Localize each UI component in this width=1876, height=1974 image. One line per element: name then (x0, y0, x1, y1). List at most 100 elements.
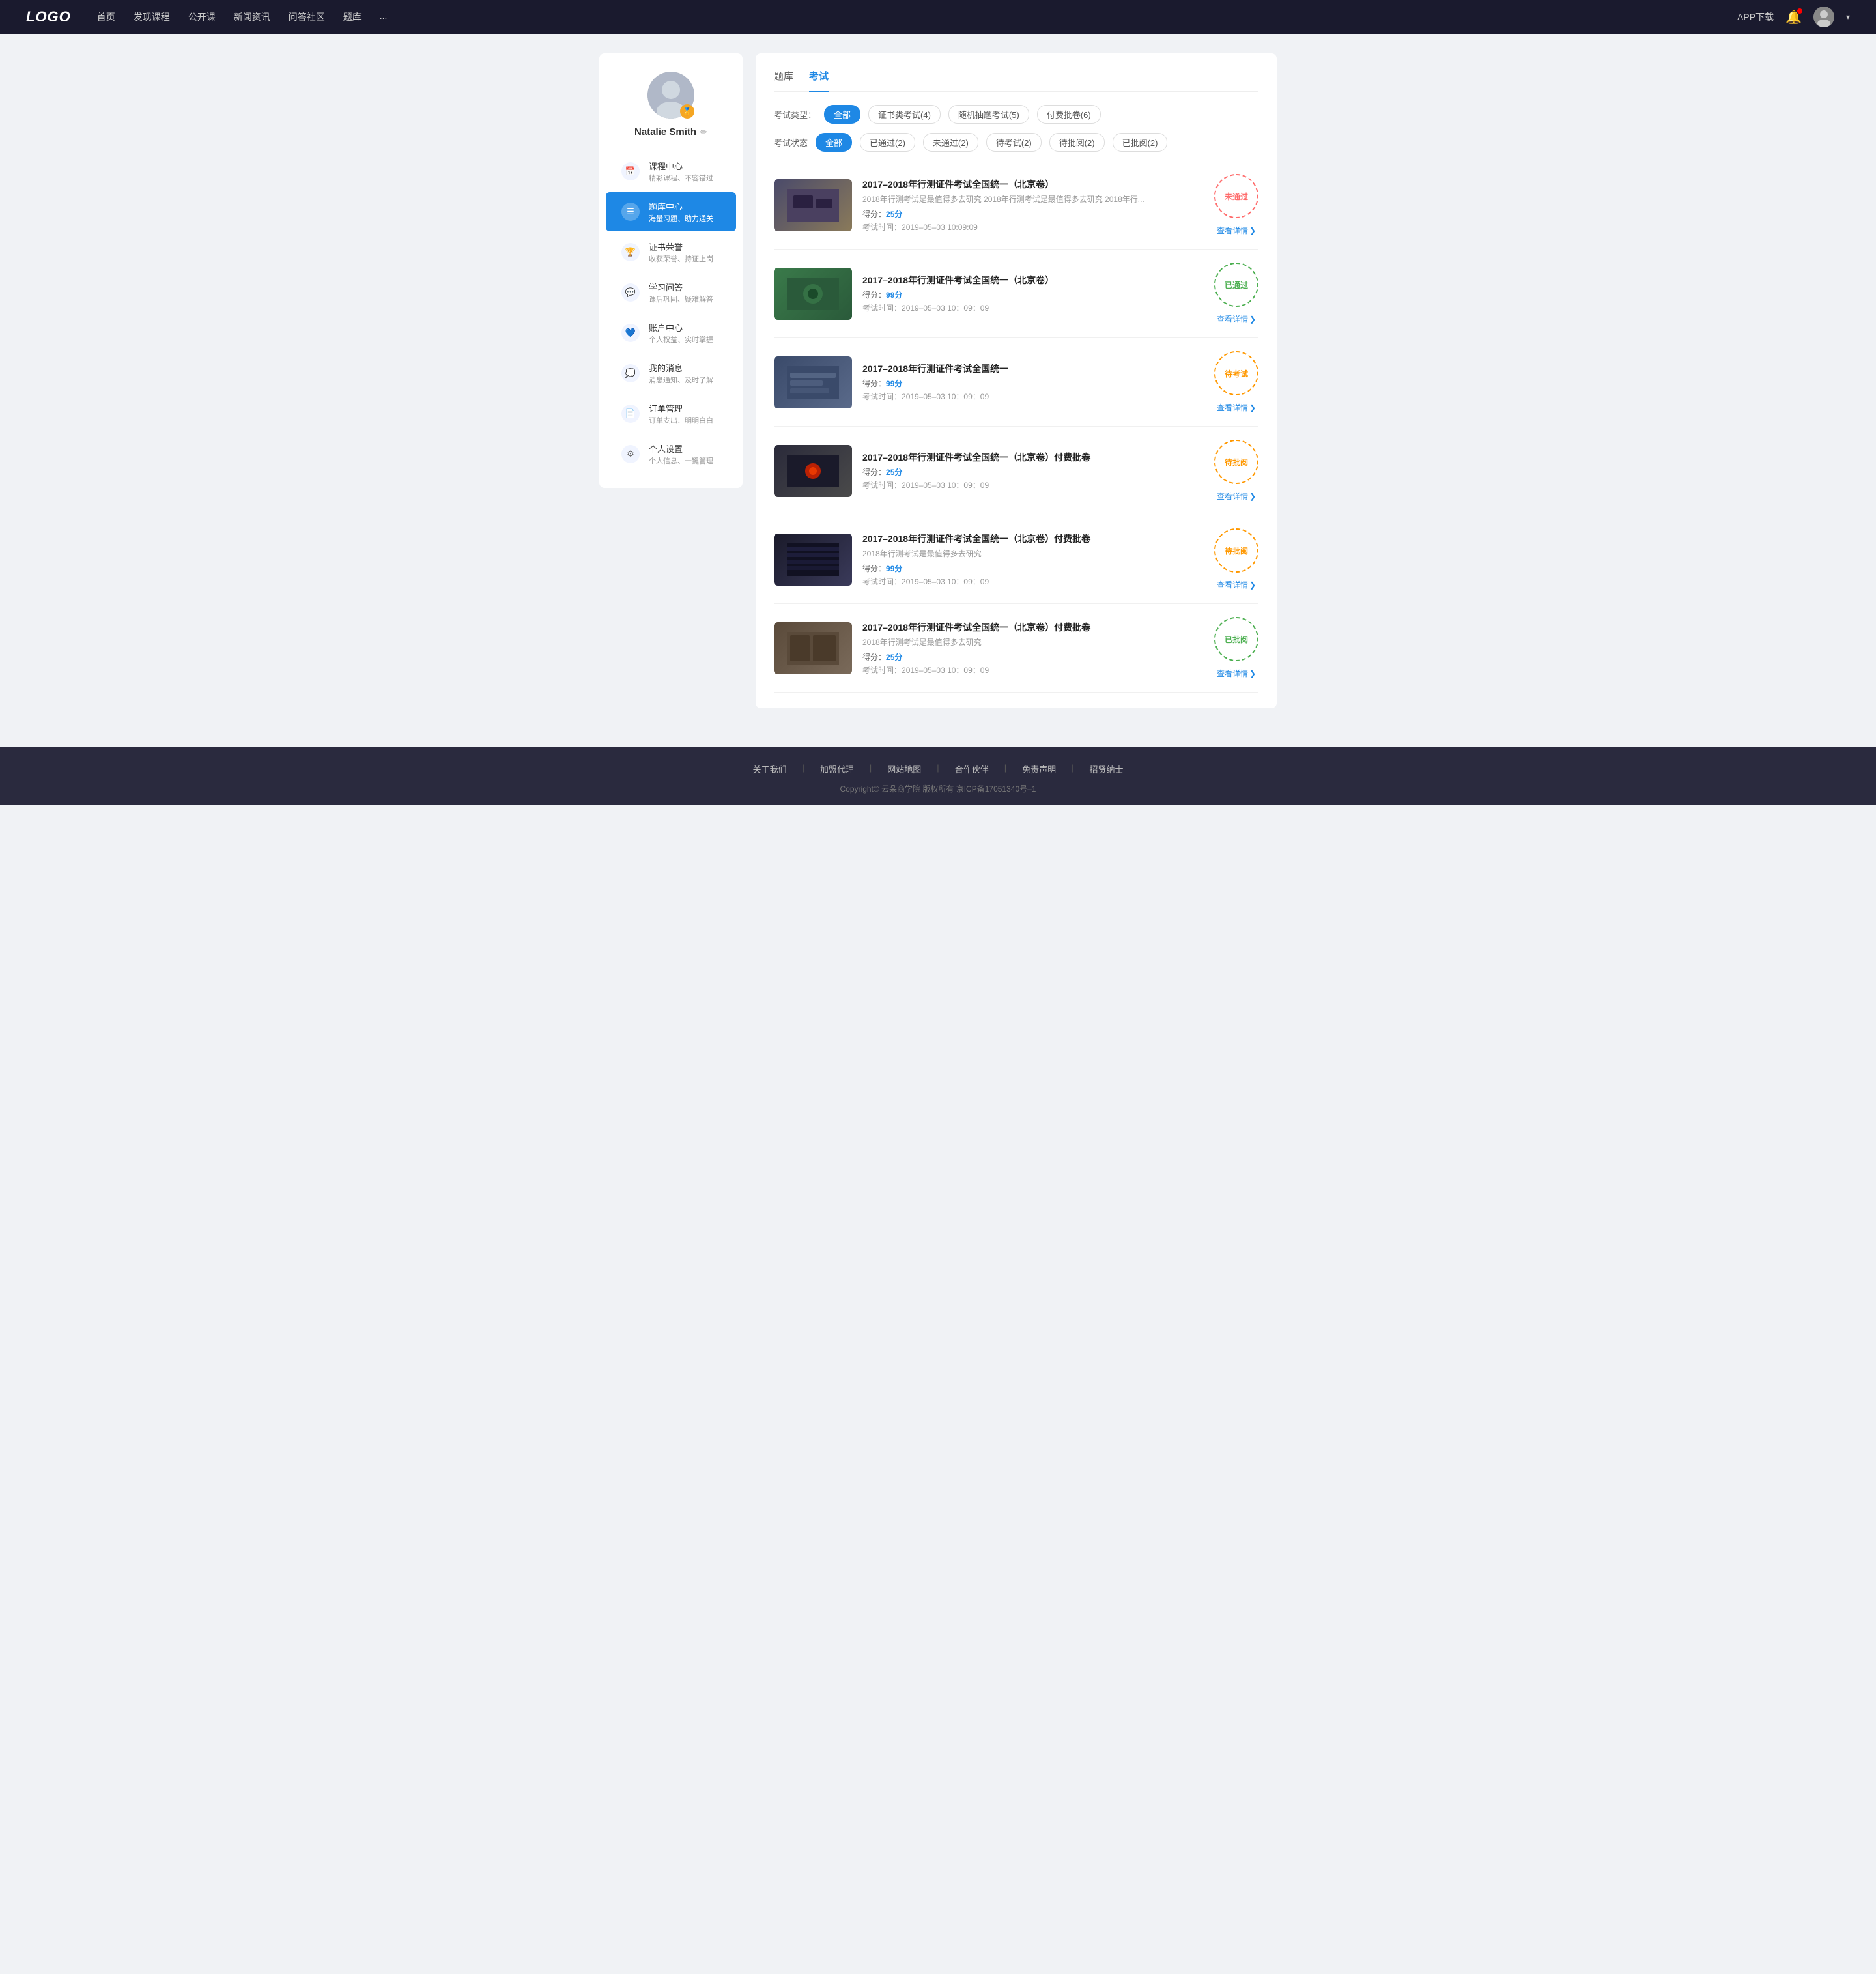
logo[interactable]: LOGO (26, 8, 71, 25)
account-sub: 个人权益、实时掌握 (649, 334, 713, 345)
footer: 关于我们 | 加盟代理 | 网站地图 | 合作伙伴 | 免责声明 | 招贤纳士 … (0, 747, 1876, 805)
exam-action-3: 待考试 查看详情 ❯ (1214, 351, 1258, 413)
thumb-image-6 (787, 632, 839, 665)
exam-status-stamp-6: 已批阅 (1214, 617, 1258, 661)
nav-more[interactable]: ... (380, 10, 388, 23)
filter-type-cert[interactable]: 证书类考试(4) (868, 105, 941, 124)
profile-edit-icon[interactable]: ✏ (700, 127, 707, 137)
exam-score-2: 得分：99分 (862, 289, 1204, 300)
course-center-text: 课程中心 精彩课程、不容错过 (649, 160, 713, 183)
exam-thumbnail-5 (774, 534, 852, 586)
exam-score-5: 得分：99分 (862, 563, 1204, 574)
exam-title-2: 2017–2018年行测证件考试全国统一（北京卷） (862, 274, 1204, 287)
filter-status-notpassed[interactable]: 未通过(2) (923, 133, 978, 152)
sidebar-item-badge[interactable]: 🏆 证书荣誉 收获荣誉、持证上岗 (606, 233, 736, 272)
footer-link-agent[interactable]: 加盟代理 (820, 763, 854, 775)
course-center-sub: 精彩课程、不容错过 (649, 173, 713, 183)
nav-question[interactable]: 题库 (343, 10, 362, 23)
footer-link-about[interactable]: 关于我们 (752, 763, 786, 775)
badge-sub: 收获荣誉、持证上岗 (649, 253, 713, 264)
exam-detail-link-3[interactable]: 查看详情 ❯ (1217, 402, 1256, 413)
thumb-image-5 (787, 543, 839, 576)
exam-info-1: 2017–2018年行测证件考试全国统一（北京卷） 2018年行测考试是最值得多… (862, 178, 1204, 233)
exam-time-4: 考试时间：2019–05–03 10：09：09 (862, 479, 1204, 491)
order-title: 订单管理 (649, 402, 713, 414)
profile-name-row: Natalie Smith ✏ (634, 126, 707, 137)
tab-question-bank[interactable]: 题库 (774, 69, 793, 92)
filter-type-all[interactable]: 全部 (824, 105, 860, 124)
user-menu-dropdown-icon[interactable]: ▾ (1846, 12, 1850, 21)
exam-info-5: 2017–2018年行测证件考试全国统一（北京卷）付费批卷 2018年行测考试是… (862, 532, 1204, 587)
sidebar-item-qa[interactable]: 💬 学习问答 课后巩固、疑难解答 (606, 273, 736, 312)
exam-detail-link-4[interactable]: 查看详情 ❯ (1217, 491, 1256, 502)
message-sub: 消息通知、及时了解 (649, 375, 713, 385)
exam-status-stamp-4: 待批阅 (1214, 440, 1258, 484)
exam-title-4: 2017–2018年行测证件考试全国统一（北京卷）付费批卷 (862, 451, 1204, 464)
navbar: LOGO 首页 发现课程 公开课 新闻资讯 问答社区 题库 ... APP下载 … (0, 0, 1876, 34)
sidebar-menu: 📅 课程中心 精彩课程、不容错过 ☰ 题库中心 海量习题、助力通关 🏆 证书荣誉… (599, 152, 743, 474)
course-center-title: 课程中心 (649, 160, 713, 172)
badge-text: 证书荣誉 收获荣誉、持证上岗 (649, 240, 713, 264)
sidebar-item-message[interactable]: 💭 我的消息 消息通知、及时了解 (606, 354, 736, 393)
exam-thumbnail-6 (774, 622, 852, 674)
exam-score-4: 得分：25分 (862, 466, 1204, 478)
exam-title-5: 2017–2018年行测证件考试全国统一（北京卷）付费批卷 (862, 532, 1204, 545)
exam-action-5: 待批阅 查看详情 ❯ (1214, 528, 1258, 590)
exam-list: 2017–2018年行测证件考试全国统一（北京卷） 2018年行测考试是最值得多… (774, 161, 1258, 693)
filter-status-passed[interactable]: 已通过(2) (860, 133, 915, 152)
exam-detail-link-5[interactable]: 查看详情 ❯ (1217, 579, 1256, 590)
exam-time-5: 考试时间：2019–05–03 10：09：09 (862, 576, 1204, 587)
exam-item: 2017–2018年行测证件考试全国统一（北京卷）付费批卷 得分：25分 考试时… (774, 427, 1258, 515)
nav-news[interactable]: 新闻资讯 (234, 10, 270, 23)
filter-type-random[interactable]: 随机抽题考试(5) (948, 105, 1029, 124)
sidebar-item-account[interactable]: 💙 账户中心 个人权益、实时掌握 (606, 313, 736, 352)
footer-link-sitemap[interactable]: 网站地图 (887, 763, 921, 775)
footer-link-recruit[interactable]: 招贤纳士 (1090, 763, 1124, 775)
filter-status-reviewed[interactable]: 已批阅(2) (1113, 133, 1168, 152)
message-text: 我的消息 消息通知、及时了解 (649, 362, 713, 385)
exam-detail-link-2[interactable]: 查看详情 ❯ (1217, 313, 1256, 324)
exam-status-stamp-2: 已通过 (1214, 263, 1258, 307)
app-download-link[interactable]: APP下载 (1737, 10, 1774, 23)
main-content: 题库 考试 考试类型： 全部 证书类考试(4) 随机抽题考试(5) 付费批卷(6… (756, 53, 1277, 708)
tab-exam[interactable]: 考试 (809, 69, 829, 92)
sidebar-item-setting[interactable]: ⚙ 个人设置 个人信息、一键管理 (606, 435, 736, 474)
sidebar-item-order[interactable]: 📄 订单管理 订单支出、明明白白 (606, 394, 736, 433)
avatar[interactable] (1813, 7, 1834, 27)
filter-type-row: 考试类型： 全部 证书类考试(4) 随机抽题考试(5) 付费批卷(6) (774, 105, 1258, 124)
bell-button[interactable]: 🔔 (1785, 9, 1802, 25)
nav-home[interactable]: 首页 (97, 10, 115, 23)
message-icon: 💭 (621, 364, 640, 382)
question-bank-icon: ☰ (621, 203, 640, 221)
sidebar-item-course[interactable]: 📅 课程中心 精彩课程、不容错过 (606, 152, 736, 191)
account-title: 账户中心 (649, 321, 713, 334)
thumb-image-2 (787, 278, 839, 310)
exam-thumbnail-1 (774, 179, 852, 231)
footer-copyright: Copyright© 云朵商学院 版权所有 京ICP备17051340号–1 (13, 783, 1863, 794)
nav-qa[interactable]: 问答社区 (289, 10, 325, 23)
filter-type-label: 考试类型： (774, 108, 816, 121)
exam-desc-6: 2018年行测考试是最值得多去研究 (862, 637, 1204, 648)
filter-status-pending[interactable]: 待考试(2) (986, 133, 1042, 152)
filter-type-paid[interactable]: 付费批卷(6) (1037, 105, 1101, 124)
filter-status-label: 考试状态 (774, 136, 808, 149)
nav-discover[interactable]: 发现课程 (134, 10, 170, 23)
filter-status-all[interactable]: 全部 (816, 133, 852, 152)
exam-action-6: 已批阅 查看详情 ❯ (1214, 617, 1258, 679)
sidebar-item-question[interactable]: ☰ 题库中心 海量习题、助力通关 (606, 192, 736, 231)
filter-status-review[interactable]: 待批阅(2) (1049, 133, 1105, 152)
exam-detail-link-1[interactable]: 查看详情 ❯ (1217, 225, 1256, 236)
qa-sub: 课后巩固、疑难解答 (649, 294, 713, 304)
exam-item: 2017–2018年行测证件考试全国统一（北京卷） 2018年行测考试是最值得多… (774, 161, 1258, 250)
exam-score-3: 得分：99分 (862, 378, 1204, 389)
bell-notification-dot (1797, 8, 1802, 14)
exam-status-stamp-3: 待考试 (1214, 351, 1258, 395)
exam-detail-link-6[interactable]: 查看详情 ❯ (1217, 668, 1256, 679)
footer-link-partner[interactable]: 合作伙伴 (955, 763, 989, 775)
footer-link-disclaimer[interactable]: 免责声明 (1022, 763, 1056, 775)
nav-right: APP下载 🔔 ▾ (1737, 7, 1850, 27)
exam-action-2: 已通过 查看详情 ❯ (1214, 263, 1258, 324)
exam-time-6: 考试时间：2019–05–03 10：09：09 (862, 665, 1204, 676)
thumb-image-1 (787, 189, 839, 222)
nav-open-course[interactable]: 公开课 (188, 10, 216, 23)
